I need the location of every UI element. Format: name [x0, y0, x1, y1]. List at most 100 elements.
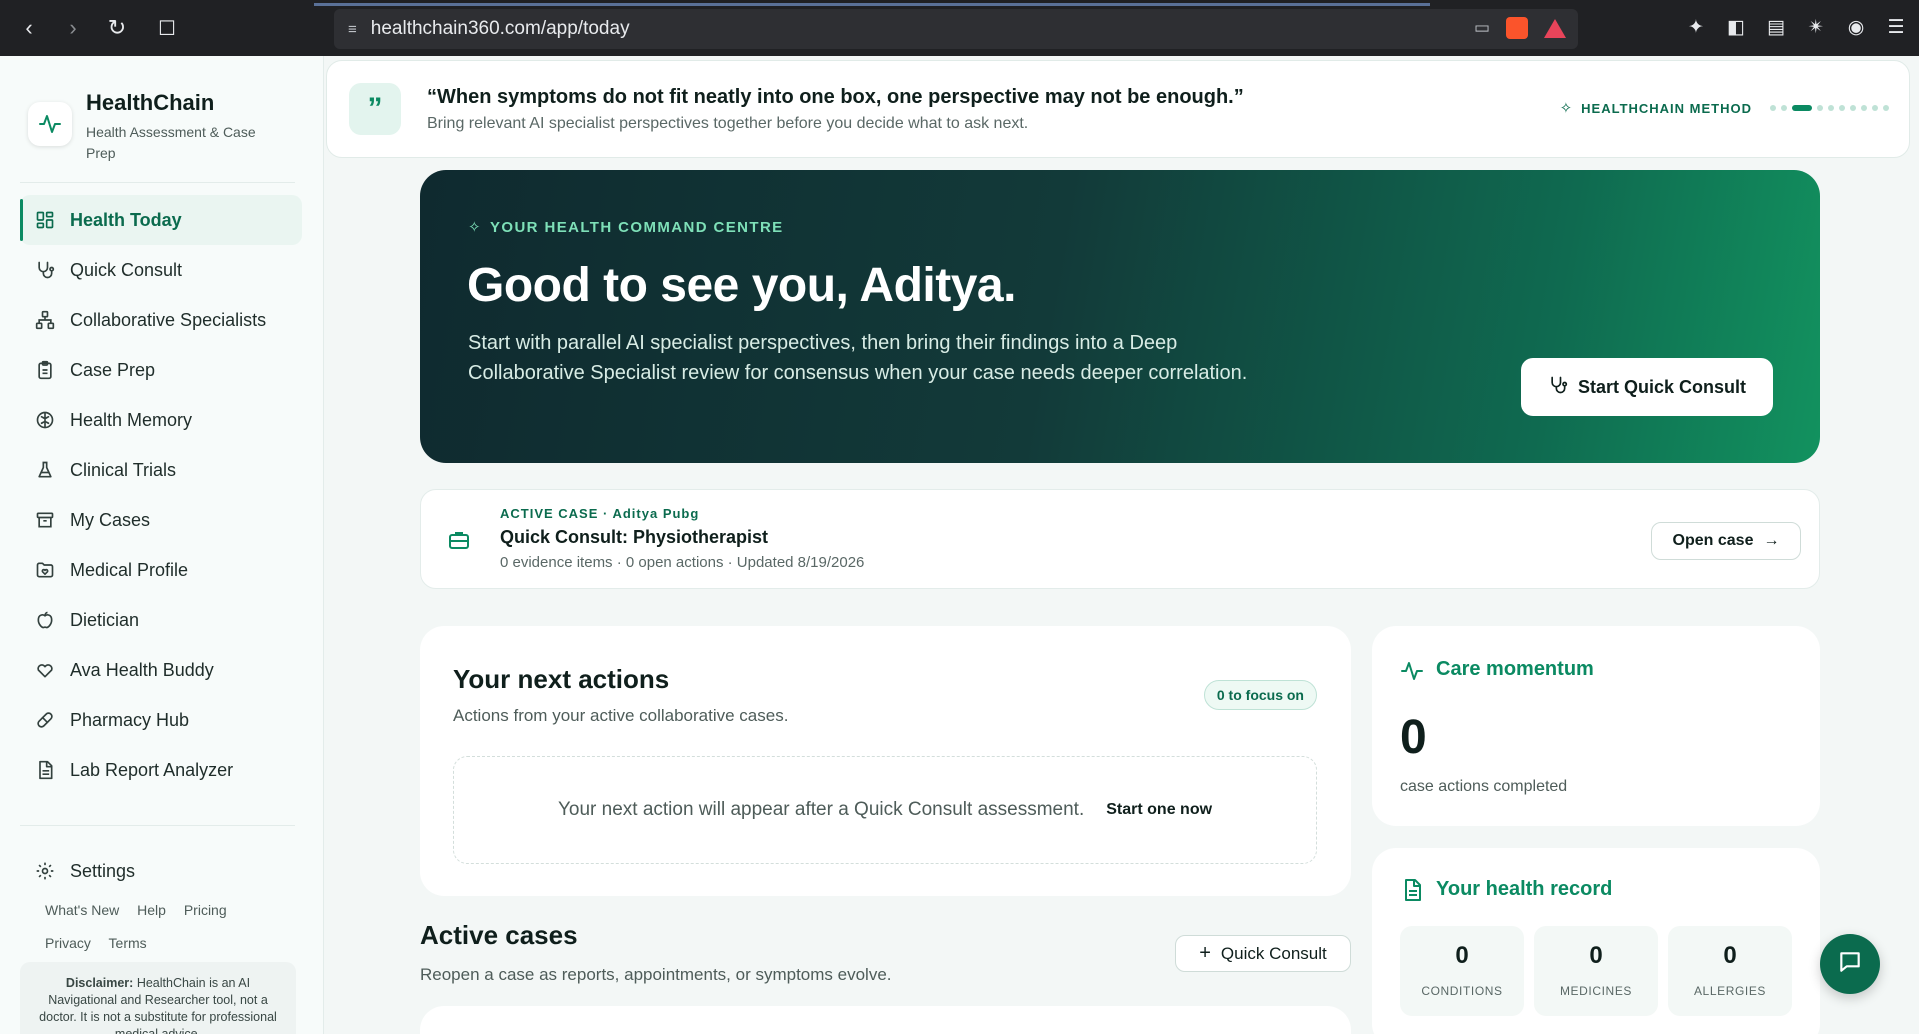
- carousel-dot[interactable]: [1770, 105, 1776, 111]
- footer-links: What's New Help Pricing: [0, 902, 323, 918]
- carousel-dot[interactable]: [1861, 105, 1867, 111]
- pill-icon: [34, 709, 56, 731]
- active-case-tag: ACTIVE CASE · Aditya Pubg: [500, 506, 700, 521]
- url-text[interactable]: healthchain360.com/app/today: [371, 18, 630, 40]
- stethoscope-icon: [1548, 375, 1568, 400]
- vpn-icon[interactable]: ◉: [1845, 16, 1867, 39]
- stat-allergies[interactable]: 0 ALLERGIES: [1668, 926, 1792, 1016]
- link-terms[interactable]: Terms: [109, 935, 147, 951]
- sidebar-item-ava-health-buddy[interactable]: Ava Health Buddy: [20, 645, 302, 695]
- wallet-icon[interactable]: ▤: [1765, 16, 1787, 39]
- sidebar-toggle-icon[interactable]: ◧: [1725, 16, 1747, 39]
- flask-icon: [34, 459, 56, 481]
- back-icon[interactable]: ‹: [16, 15, 42, 41]
- link-help[interactable]: Help: [137, 902, 166, 918]
- next-actions-subtitle: Actions from your active collaborative c…: [453, 706, 789, 725]
- sidebar-item-quick-consult[interactable]: Quick Consult: [20, 245, 302, 295]
- extensions-icon[interactable]: ✦: [1685, 16, 1707, 39]
- carousel-dot[interactable]: [1828, 105, 1834, 111]
- next-actions-title: Your next actions: [453, 664, 670, 694]
- health-record-card: Your health record 0 CONDITIONS 0 MEDICI…: [1372, 848, 1820, 1034]
- brave-shields-icon[interactable]: [1506, 17, 1528, 39]
- next-actions-empty-state: Your next action will appear after a Qui…: [453, 756, 1317, 864]
- sidebar-item-label: Pharmacy Hub: [70, 709, 190, 730]
- stat-value: 0: [1723, 942, 1737, 969]
- hero-eyebrow-text: YOUR HEALTH COMMAND CENTRE: [489, 219, 784, 236]
- cast-icon[interactable]: ▭: [1474, 18, 1490, 38]
- forward-icon[interactable]: ›: [60, 15, 86, 41]
- sidebar-item-label: My Cases: [70, 509, 151, 530]
- sidebar-item-dietician[interactable]: Dietician: [20, 595, 302, 645]
- file-text-icon: [1400, 878, 1424, 907]
- method-label: HEALTHCHAIN METHOD: [1581, 100, 1752, 116]
- sidebar-item-medical-profile[interactable]: Medical Profile: [20, 545, 302, 595]
- brand[interactable]: HealthChain Health Assessment & Case Pre…: [0, 56, 323, 164]
- stat-medicines[interactable]: 0 MEDICINES: [1534, 926, 1658, 1016]
- start-one-now-link[interactable]: Start one now: [1106, 801, 1212, 819]
- active-case-title: Quick Consult: Physiotherapist: [500, 527, 769, 547]
- care-momentum-label: case actions completed: [1400, 778, 1568, 795]
- sidebar-item-lab-report-analyzer[interactable]: Lab Report Analyzer: [20, 745, 302, 795]
- sidebar-item-health-memory[interactable]: Health Memory: [20, 395, 302, 445]
- sidebar-item-label: Health Today: [70, 209, 182, 230]
- carousel-dot[interactable]: [1883, 105, 1889, 111]
- care-momentum-title: Care momentum: [1436, 658, 1594, 680]
- open-case-label: Open case: [1672, 532, 1754, 549]
- stat-value: 0: [1589, 942, 1603, 969]
- activity-icon: [1400, 659, 1424, 688]
- link-privacy[interactable]: Privacy: [45, 935, 91, 951]
- carousel-dot[interactable]: [1850, 105, 1856, 111]
- health-record-stats: 0 CONDITIONS 0 MEDICINES 0 ALLERGIES: [1400, 926, 1792, 1016]
- stat-label: MEDICINES: [1559, 984, 1633, 998]
- sidebar-item-label: Clinical Trials: [70, 459, 177, 480]
- link-whats-new[interactable]: What's New: [45, 902, 119, 918]
- quote-subtext: Bring relevant AI specialist perspective…: [427, 114, 1029, 132]
- carousel-dot[interactable]: [1792, 105, 1812, 111]
- quick-consult-button[interactable]: + Quick Consult: [1175, 935, 1351, 972]
- sidebar-item-label: Dietician: [70, 609, 140, 630]
- sparkle-icon: ✧: [1559, 100, 1574, 117]
- active-cases-list: [420, 1006, 1351, 1034]
- brain-icon: [34, 409, 56, 431]
- leo-ai-icon[interactable]: ✴: [1805, 16, 1827, 39]
- chat-button[interactable]: [1820, 934, 1880, 994]
- address-bar[interactable]: ≡ healthchain360.com/app/today ▭: [334, 9, 1578, 49]
- sidebar-item-case-prep[interactable]: Case Prep: [20, 345, 302, 395]
- stethoscope-icon: [34, 259, 56, 281]
- sidebar-item-health-today[interactable]: Health Today: [20, 195, 302, 245]
- sidebar-item-collaborative-specialists[interactable]: Collaborative Specialists: [20, 295, 302, 345]
- site-settings-icon[interactable]: ≡: [348, 21, 357, 38]
- sidebar-item-label: Ava Health Buddy: [70, 659, 214, 680]
- hero-command-centre: ✧ YOUR HEALTH COMMAND CENTRE Good to see …: [420, 170, 1820, 463]
- sidebar-item-clinical-trials[interactable]: Clinical Trials: [20, 445, 302, 495]
- carousel-dot[interactable]: [1781, 105, 1787, 111]
- sidebar-item-my-cases[interactable]: My Cases: [20, 495, 302, 545]
- sidebar-nav: Health Today Quick Consult Collaborative…: [0, 183, 323, 795]
- sidebar-item-label: Settings: [70, 860, 136, 881]
- arrow-right-icon: →: [1763, 532, 1780, 549]
- pulse-logo-icon: [28, 102, 72, 146]
- start-quick-consult-button[interactable]: Start Quick Consult: [1521, 358, 1773, 416]
- health-record-title: Your health record: [1436, 878, 1613, 900]
- focus-count-badge: 0 to focus on: [1203, 680, 1317, 710]
- carousel-dot[interactable]: [1839, 105, 1845, 111]
- stat-conditions[interactable]: 0 CONDITIONS: [1400, 926, 1524, 1016]
- method-quote-banner: ” “When symptoms do not fit neatly into …: [326, 60, 1910, 158]
- carousel-dot[interactable]: [1817, 105, 1823, 111]
- sidebar-divider: [20, 825, 295, 826]
- sidebar-item-label: Quick Consult: [70, 259, 183, 280]
- sidebar-item-settings[interactable]: Settings: [20, 846, 302, 896]
- bookmark-icon[interactable]: ☐: [158, 16, 176, 41]
- open-case-button[interactable]: Open case →: [1651, 522, 1801, 560]
- carousel-dot[interactable]: [1872, 105, 1878, 111]
- start-quick-consult-label: Start Quick Consult: [1577, 376, 1747, 397]
- hero-description: Start with parallel AI specialist perspe…: [468, 332, 1248, 384]
- brave-rewards-icon[interactable]: [1544, 18, 1566, 38]
- link-pricing[interactable]: Pricing: [184, 902, 227, 918]
- reload-icon[interactable]: ↻: [104, 15, 130, 41]
- carousel-dots[interactable]: [1770, 105, 1889, 111]
- sidebar-item-label: Case Prep: [70, 359, 156, 380]
- sidebar-item-pharmacy-hub[interactable]: Pharmacy Hub: [20, 695, 302, 745]
- stat-label: ALLERGIES: [1693, 984, 1767, 998]
- menu-icon[interactable]: ☰: [1885, 16, 1907, 39]
